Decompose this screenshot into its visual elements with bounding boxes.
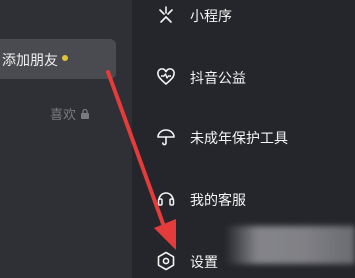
redacted-blur bbox=[225, 226, 355, 264]
umbrella-icon bbox=[156, 127, 176, 147]
menu-item-minor-protection[interactable]: 未成年保护工具 bbox=[132, 120, 355, 154]
mini-program-icon bbox=[156, 5, 176, 25]
menu-item-mini-program[interactable]: 小程序 bbox=[132, 0, 355, 32]
menu-item-label: 未成年保护工具 bbox=[190, 131, 288, 147]
lock-icon bbox=[81, 108, 90, 119]
menu-item-label: 我的客服 bbox=[190, 193, 246, 209]
notification-dot bbox=[62, 55, 68, 61]
settings-hexagon-icon bbox=[156, 251, 176, 271]
menu-item-label: 抖音公益 bbox=[190, 71, 246, 87]
left-pane: 添加朋友 喜欢 bbox=[0, 0, 132, 278]
headset-icon bbox=[156, 189, 176, 209]
likes-label: 喜欢 bbox=[50, 108, 77, 123]
menu-item-customer-service[interactable]: 我的客服 bbox=[132, 182, 355, 216]
menu-item-label: 设置 bbox=[190, 255, 218, 271]
add-friend-label: 添加朋友 bbox=[2, 53, 58, 69]
likes-tab[interactable]: 喜欢 bbox=[50, 104, 90, 123]
menu-item-label: 小程序 bbox=[190, 9, 232, 25]
add-friend-button[interactable]: 添加朋友 bbox=[0, 39, 116, 79]
charity-icon bbox=[156, 67, 176, 87]
menu-item-charity[interactable]: 抖音公益 bbox=[132, 60, 355, 94]
